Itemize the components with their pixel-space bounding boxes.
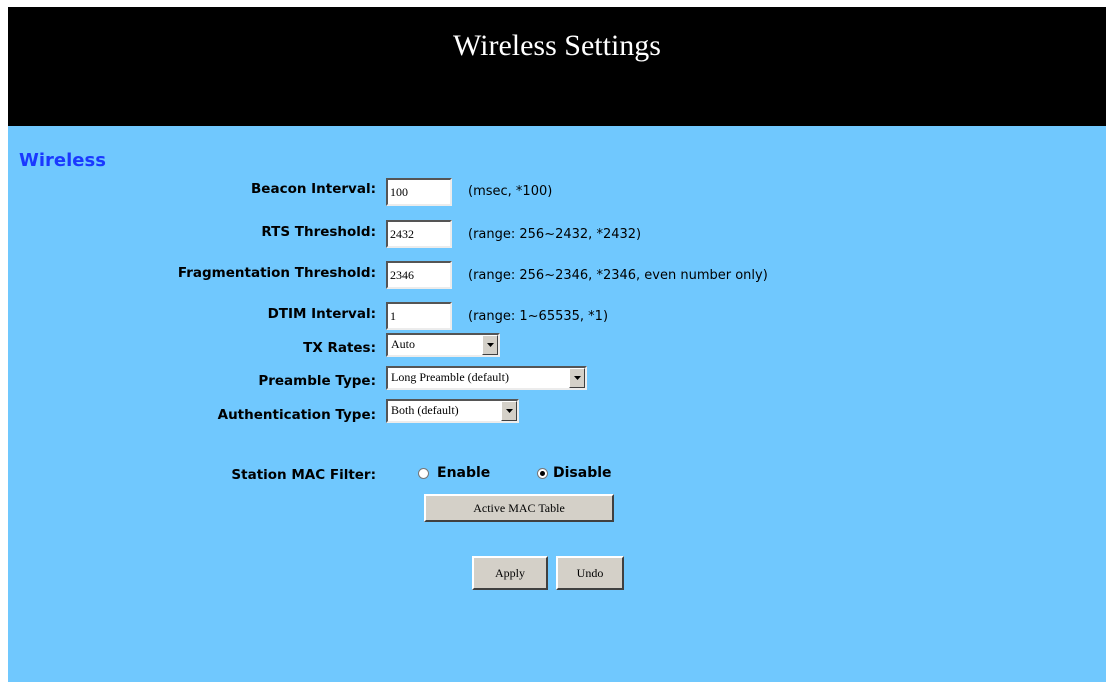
beacon-interval-input[interactable] [386, 178, 452, 206]
dtim-interval-input[interactable] [386, 302, 452, 330]
fragmentation-threshold-input[interactable] [386, 261, 452, 289]
authentication-type-label: Authentication Type: [217, 407, 376, 423]
authentication-type-dropdown-button[interactable] [501, 401, 517, 421]
mac-filter-disable-radio[interactable] [537, 468, 548, 479]
undo-button[interactable]: Undo [556, 556, 624, 590]
dtim-interval-hint: (range: 1~65535, *1) [468, 309, 609, 324]
mac-filter-enable-label[interactable]: Enable [437, 465, 490, 481]
fragmentation-threshold-label: Fragmentation Threshold: [177, 265, 376, 281]
settings-panel: Wireless Beacon Interval: (msec, *100) R… [8, 126, 1106, 682]
tx-rates-select[interactable]: Auto [386, 333, 500, 357]
authentication-type-select[interactable]: Both (default) [386, 399, 519, 423]
beacon-interval-hint: (msec, *100) [468, 184, 553, 199]
page-title: Wireless Settings [453, 29, 661, 62]
rts-threshold-hint: (range: 256~2432, *2432) [468, 227, 642, 242]
mac-filter-disable-label[interactable]: Disable [553, 465, 612, 481]
triangle-down-icon [506, 409, 513, 413]
triangle-down-icon [574, 376, 581, 380]
beacon-interval-label: Beacon Interval: [251, 181, 376, 197]
section-title: Wireless [19, 150, 106, 171]
preamble-type-select[interactable]: Long Preamble (default) [386, 366, 587, 390]
dtim-interval-label: DTIM Interval: [267, 306, 376, 322]
preamble-type-selected: Long Preamble (default) [391, 370, 509, 384]
header-bar: Wireless Settings [8, 7, 1106, 126]
radio-selected-dot [540, 471, 545, 476]
rts-threshold-label: RTS Threshold: [261, 224, 376, 240]
preamble-type-label: Preamble Type: [258, 373, 376, 389]
mac-filter-label: Station MAC Filter: [231, 467, 376, 483]
tx-rates-selected: Auto [391, 337, 415, 351]
fragmentation-threshold-hint: (range: 256~2346, *2346, even number onl… [468, 268, 768, 283]
apply-button[interactable]: Apply [472, 556, 548, 590]
tx-rates-dropdown-button[interactable] [482, 335, 498, 355]
authentication-type-selected: Both (default) [391, 403, 459, 417]
triangle-down-icon [487, 343, 494, 347]
tx-rates-label: TX Rates: [303, 340, 376, 356]
active-mac-table-button[interactable]: Active MAC Table [424, 494, 614, 522]
mac-filter-enable-radio[interactable] [418, 468, 429, 479]
rts-threshold-input[interactable] [386, 220, 452, 248]
preamble-type-dropdown-button[interactable] [569, 368, 585, 388]
